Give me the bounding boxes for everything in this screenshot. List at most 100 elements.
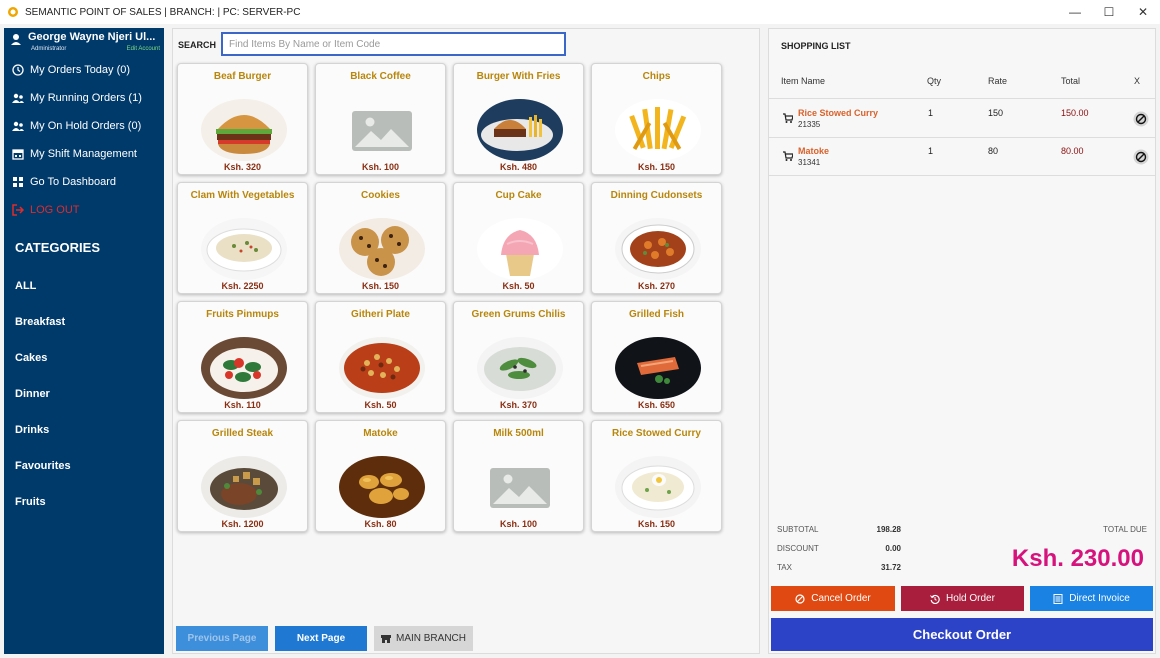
users-icon — [12, 93, 24, 103]
cart-item-rate: 150 — [988, 108, 1004, 118]
menu-my-shift-management[interactable]: My Shift Management — [4, 140, 164, 168]
product-image — [615, 218, 701, 280]
cart-item-total: 80.00 — [1061, 146, 1084, 156]
app-logo-icon — [8, 7, 18, 17]
product-card[interactable]: Fruits Pinmups Ksh. 110 — [177, 301, 308, 413]
products-panel: SEARCH Beaf Burger Ksh. 320 Black Coffee Ks… — [172, 28, 760, 654]
category-fruits[interactable]: Fruits — [4, 484, 164, 520]
menu-my-running-orders[interactable]: My Running Orders (1) — [4, 84, 164, 112]
store-icon — [380, 634, 391, 643]
total-due-value: Ksh. 230.00 — [1011, 545, 1144, 572]
product-card[interactable]: Cookies Ksh. 150 — [315, 182, 446, 294]
product-name: Dinning Cudonsets — [610, 190, 703, 201]
cart-item-total: 150.00 — [1061, 108, 1089, 118]
product-card[interactable]: Grilled Fish Ksh. 650 — [591, 301, 722, 413]
product-card[interactable]: Grilled Steak Ksh. 1200 — [177, 420, 308, 532]
product-image — [339, 456, 425, 518]
menu-my-orders-today[interactable]: My Orders Today (0) — [4, 56, 164, 84]
cancel-order-label: Cancel Order — [811, 593, 871, 604]
search-input[interactable] — [221, 32, 566, 56]
product-price: Ksh. 480 — [499, 162, 538, 172]
menu-label: My Running Orders (1) — [30, 92, 142, 104]
clock-icon — [12, 64, 24, 76]
hold-order-button[interactable]: Hold Order — [901, 586, 1024, 611]
product-name: Clam With Vegetables — [190, 190, 295, 201]
product-name: Green Grums Chilis — [471, 309, 566, 320]
remove-item-icon[interactable] — [1133, 111, 1149, 127]
cancel-icon — [795, 593, 805, 604]
product-price: Ksh. 1200 — [221, 519, 264, 529]
product-card[interactable]: Chips Ksh. 150 — [591, 63, 722, 175]
product-price: Ksh. 100 — [361, 162, 400, 172]
menu-label: LOG OUT — [30, 204, 80, 216]
product-image — [615, 456, 701, 518]
product-image — [339, 337, 425, 399]
category-dinner[interactable]: Dinner — [4, 376, 164, 412]
tax-label: TAX — [777, 563, 792, 572]
product-name: Black Coffee — [350, 71, 411, 82]
product-price: Ksh. 100 — [499, 519, 538, 529]
category-favourites[interactable]: Favourites — [4, 448, 164, 484]
menu-label: My Orders Today (0) — [30, 64, 131, 76]
cart-item-qty[interactable]: 1 — [928, 146, 933, 156]
title-bar: SEMANTIC POINT OF SALES | BRANCH: | PC: … — [0, 0, 1160, 24]
product-card[interactable]: Clam With Vegetables Ksh. 2250 — [177, 182, 308, 294]
minimize-button[interactable]: — — [1058, 0, 1092, 24]
product-card[interactable]: Milk 500ml Ksh. 100 — [453, 420, 584, 532]
product-card[interactable]: Matoke Ksh. 80 — [315, 420, 446, 532]
product-card[interactable]: Beaf Burger Ksh. 320 — [177, 63, 308, 175]
product-name: Rice Stowed Curry — [612, 428, 701, 439]
cart-item-code: 21335 — [798, 120, 821, 129]
category-cakes[interactable]: Cakes — [4, 340, 164, 376]
product-price: Ksh. 650 — [637, 400, 676, 410]
product-grid: Beaf Burger Ksh. 320 Black Coffee Ksh. 100 B… — [177, 63, 722, 532]
product-card[interactable]: Dinning Cudonsets Ksh. 270 — [591, 182, 722, 294]
product-card[interactable]: Cup Cake Ksh. 50 — [453, 182, 584, 294]
remove-item-icon[interactable] — [1133, 149, 1149, 165]
maximize-button[interactable]: ☐ — [1092, 0, 1126, 24]
tax-value: 31.72 — [880, 563, 901, 572]
previous-page-button[interactable]: Previous Page — [176, 626, 268, 651]
cart-row[interactable]: Matoke 31341 1 80 80.00 — [769, 138, 1155, 176]
menu-go-to-dashboard[interactable]: Go To Dashboard — [4, 168, 164, 196]
product-name: Grilled Steak — [211, 428, 274, 439]
edit-account-link[interactable]: Edit Account — [127, 46, 160, 52]
menu-label: My Shift Management — [30, 148, 137, 160]
col-qty: Qty — [927, 76, 942, 86]
cart-item-name: Matoke — [798, 146, 830, 156]
category-drinks[interactable]: Drinks — [4, 412, 164, 448]
product-image — [201, 218, 287, 280]
product-card[interactable]: Githeri Plate Ksh. 50 — [315, 301, 446, 413]
cancel-order-button[interactable]: Cancel Order — [771, 586, 895, 611]
next-page-button[interactable]: Next Page — [275, 626, 367, 651]
product-name: Githeri Plate — [351, 309, 410, 320]
branch-button[interactable]: MAIN BRANCH — [374, 626, 473, 651]
product-price: Ksh. 150 — [637, 519, 676, 529]
menu-my-on-hold-orders[interactable]: My On Hold Orders (0) — [4, 112, 164, 140]
total-due-label: TOTAL DUE — [1103, 525, 1147, 534]
product-price: Ksh. 370 — [499, 400, 538, 410]
subtotal-value: 198.28 — [876, 525, 901, 534]
cart-item-qty[interactable]: 1 — [928, 108, 933, 118]
cart-item-code: 31341 — [798, 158, 821, 167]
product-card[interactable]: Rice Stowed Curry Ksh. 150 — [591, 420, 722, 532]
user-role: Administrator — [31, 46, 67, 52]
cart-row[interactable]: Rice Stowed Curry 21335 1 150 150.00 — [769, 100, 1155, 138]
menu-log-out[interactable]: LOG OUT — [4, 196, 164, 224]
product-price: Ksh. 50 — [502, 281, 535, 291]
product-name: Fruits Pinmups — [206, 309, 279, 320]
col-total: Total — [1061, 76, 1081, 86]
product-price: Ksh. 80 — [364, 519, 397, 529]
search-label: SEARCH — [178, 40, 217, 50]
checkout-order-button[interactable]: Checkout Order — [771, 618, 1153, 651]
product-card[interactable]: Black Coffee Ksh. 100 — [315, 63, 446, 175]
product-image — [201, 456, 287, 518]
direct-invoice-button[interactable]: Direct Invoice — [1030, 586, 1153, 611]
category-breakfast[interactable]: Breakfast — [4, 304, 164, 340]
product-card[interactable]: Burger With Fries Ksh. 480 — [453, 63, 584, 175]
close-button[interactable]: ✕ — [1126, 0, 1160, 24]
product-name: Matoke — [363, 428, 398, 439]
category-all[interactable]: ALL — [4, 268, 164, 304]
product-card[interactable]: Green Grums Chilis Ksh. 370 — [453, 301, 584, 413]
product-name: Chips — [642, 71, 671, 82]
